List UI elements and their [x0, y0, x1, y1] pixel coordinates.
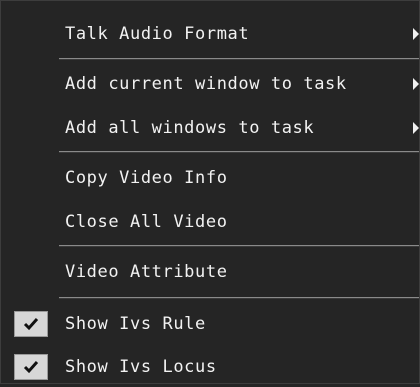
menu-separator	[59, 151, 419, 153]
checkmark-icon	[14, 354, 48, 380]
context-menu: Talk Audio Format Add current window to …	[0, 0, 420, 384]
menu-item-show-ivs-locus[interactable]: Show Ivs Locus	[1, 347, 419, 387]
menu-item-label: Add all windows to task	[65, 118, 315, 138]
checkmark-icon	[14, 311, 48, 337]
menu-separator	[59, 58, 419, 60]
menu-separator	[59, 245, 419, 247]
submenu-arrow-icon	[413, 122, 419, 134]
menu-item-label: Add current window to task	[65, 74, 347, 94]
menu-item-label: Copy Video Info	[65, 168, 228, 188]
menu-item-show-ivs-rule[interactable]: Show Ivs Rule	[1, 304, 419, 344]
menu-item-add-all-windows-to-task[interactable]: Add all windows to task	[1, 108, 419, 148]
submenu-arrow-icon	[413, 78, 419, 90]
menu-item-label: Show Ivs Rule	[65, 314, 206, 334]
menu-item-talk-audio-format[interactable]: Talk Audio Format	[1, 14, 419, 54]
submenu-arrow-icon	[413, 28, 419, 40]
menu-item-copy-video-info[interactable]: Copy Video Info	[1, 158, 419, 198]
menu-item-close-all-video[interactable]: Close All Video	[1, 202, 419, 242]
menu-item-video-attribute[interactable]: Video Attribute	[1, 252, 419, 292]
menu-item-add-current-window-to-task[interactable]: Add current window to task	[1, 64, 419, 104]
menu-item-label: Video Attribute	[65, 262, 228, 282]
menu-item-label: Close All Video	[65, 212, 228, 232]
menu-separator	[59, 297, 419, 299]
menu-item-label: Show Ivs Locus	[65, 357, 217, 377]
menu-item-label: Talk Audio Format	[65, 24, 250, 44]
